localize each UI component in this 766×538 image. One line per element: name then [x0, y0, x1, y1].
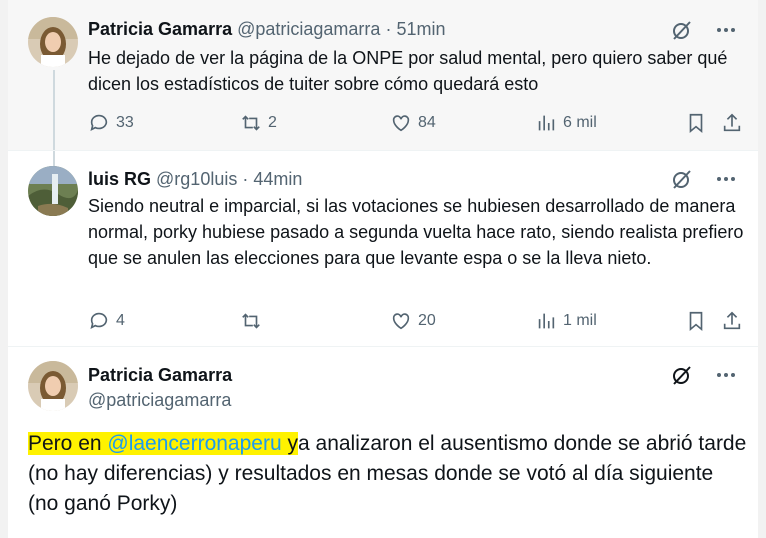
tweet-top-icons	[670, 167, 738, 196]
views-icon	[538, 115, 555, 131]
tweet-handle-row: @patriciagamarra	[88, 389, 231, 411]
thread-line	[53, 70, 55, 150]
tweet-top-icons	[670, 18, 738, 47]
like-button[interactable]: 84	[390, 112, 436, 134]
like-icon	[392, 115, 410, 132]
timestamp[interactable]: 51min	[396, 19, 445, 39]
grok-icon[interactable]	[670, 18, 694, 47]
highlighted-text: Pero en @laencerronaperu y	[28, 432, 298, 455]
mention-link[interactable]: @laencerronaperu	[107, 432, 281, 455]
reply-count: 33	[116, 114, 134, 131]
author-name[interactable]: Patricia Gamarra	[88, 19, 232, 39]
left-margin	[0, 0, 8, 538]
reply-count: 4	[116, 312, 125, 329]
tweet-text: He dejado de ver la página de la ONPE po…	[88, 48, 728, 94]
more-icon[interactable]	[714, 167, 738, 196]
retweet-icon	[242, 313, 260, 329]
tweet-top-icons	[670, 363, 738, 392]
separator: ·	[242, 169, 249, 189]
thread-line	[53, 151, 55, 166]
author-handle[interactable]: @patriciagamarra	[237, 19, 380, 39]
retweet-count: 2	[268, 114, 277, 131]
bookmark-icon	[689, 311, 703, 332]
views-button[interactable]: 6 mil	[535, 112, 597, 134]
tweet-luis[interactable]: luis RG @rg10luis · 44min Siendo neutral…	[8, 150, 758, 346]
share-icon	[723, 311, 741, 330]
tweet-main[interactable]: Patricia Gamarra @patriciagamarra Pero e…	[8, 346, 758, 538]
tweet-patricia-1[interactable]: Patricia Gamarra @patriciagamarra · 51mi…	[8, 0, 758, 150]
views-button[interactable]: 1 mil	[535, 310, 597, 332]
text-highlight-tail: y	[281, 432, 298, 455]
more-icon[interactable]	[714, 363, 738, 392]
separator: ·	[385, 19, 392, 39]
timestamp[interactable]: 44min	[253, 169, 302, 189]
text-prefix: Pero en	[28, 432, 108, 455]
bookmark-button[interactable]	[685, 310, 707, 332]
retweet-icon	[242, 115, 260, 131]
avatar[interactable]	[28, 361, 78, 411]
author-name[interactable]: Patricia Gamarra	[88, 365, 232, 385]
retweet-button[interactable]	[240, 310, 268, 332]
tweet-header: Patricia Gamarra @patriciagamarra · 51mi…	[88, 18, 446, 40]
reply-button[interactable]: 4	[88, 310, 125, 332]
bookmark-button[interactable]	[685, 112, 707, 134]
author-handle[interactable]: @patriciagamarra	[88, 390, 231, 410]
tweet-text: Siendo neutral e imparcial, si las votac…	[88, 196, 744, 268]
author-handle[interactable]: @rg10luis	[156, 169, 237, 189]
tweet-actions: 33 2 84 6 mil	[88, 112, 753, 136]
bookmark-icon	[689, 113, 703, 134]
tweet-actions: 4 20 1 mil	[88, 310, 753, 334]
reply-icon	[90, 114, 108, 131]
like-button[interactable]: 20	[390, 310, 436, 332]
like-count: 20	[418, 312, 436, 329]
like-count: 84	[418, 114, 436, 131]
views-count: 1 mil	[563, 312, 597, 329]
share-icon	[723, 113, 741, 132]
share-button[interactable]	[721, 112, 743, 134]
reply-button[interactable]: 33	[88, 112, 134, 134]
author-name[interactable]: luis RG	[88, 169, 151, 189]
reply-icon	[90, 312, 108, 329]
retweet-button[interactable]: 2	[240, 112, 277, 134]
more-icon[interactable]	[714, 18, 738, 47]
share-button[interactable]	[721, 310, 743, 332]
grok-icon[interactable]	[670, 167, 694, 196]
avatar[interactable]	[28, 17, 78, 67]
grok-icon[interactable]	[670, 363, 694, 392]
views-icon	[538, 313, 555, 329]
tweet-header: luis RG @rg10luis · 44min	[88, 168, 302, 190]
views-count: 6 mil	[563, 114, 597, 131]
right-margin	[758, 0, 766, 538]
tweet-header: Patricia Gamarra	[88, 364, 232, 386]
tweet-text: Pero en @laencerronaperu ya analizaron e…	[28, 429, 748, 519]
like-icon	[392, 313, 410, 330]
avatar[interactable]	[28, 166, 78, 216]
